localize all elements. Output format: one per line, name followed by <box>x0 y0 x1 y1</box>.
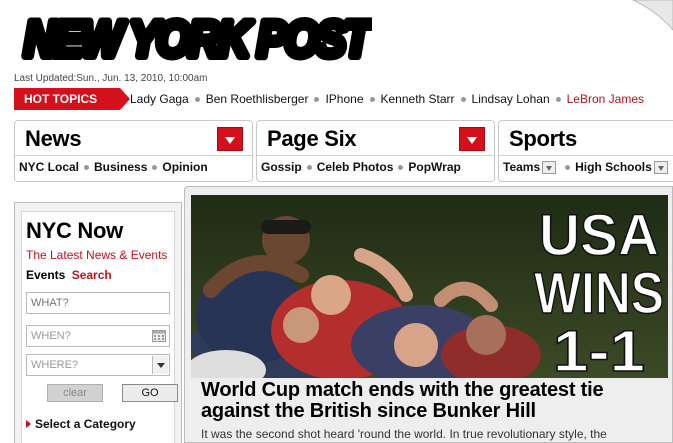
select-category-label: Select a Category <box>35 417 136 431</box>
photo-overlay-line: 1-1 <box>553 319 645 378</box>
story-photo[interactable]: USA WINS 1-1 <box>191 195 668 378</box>
section-link[interactable]: Gossip <box>261 160 302 174</box>
hot-topic-link[interactable]: Lady Gaga <box>130 92 189 106</box>
bullet-icon <box>555 96 561 102</box>
photo-overlay-line: WINS <box>534 261 664 326</box>
divider <box>15 155 252 156</box>
site-logo[interactable]: NEW YORK POST NEW YORK POST <box>20 10 372 68</box>
section-title[interactable]: Page Six <box>267 126 357 152</box>
bullet-icon <box>84 164 90 170</box>
go-button[interactable]: GO <box>122 384 178 402</box>
hot-topics-label: HOT TOPICS <box>14 88 130 110</box>
section-link[interactable]: Celeb Photos <box>317 160 394 174</box>
nyc-now-subtitle[interactable]: The Latest News & Events <box>26 248 167 262</box>
nyc-now-tabs: Events Search <box>26 268 112 282</box>
section-page-six: Page Six Gossip Celeb Photos PopWrap <box>256 120 495 182</box>
chevron-down-icon[interactable] <box>152 356 168 374</box>
where-select[interactable]: WHERE? <box>26 354 170 376</box>
calendar-icon[interactable] <box>152 330 166 342</box>
section-dropdown-button[interactable] <box>459 127 485 151</box>
section-link[interactable]: High Schools <box>575 160 652 174</box>
section-links: Teams High Schools <box>503 160 672 174</box>
hot-topics-bar: HOT TOPICS Lady Gaga Ben Roethlisberger … <box>14 88 673 112</box>
bullet-icon <box>306 164 312 170</box>
hot-topic-link[interactable]: LeBron James <box>567 92 644 106</box>
logo-svg: NEW YORK POST NEW YORK POST <box>20 10 372 68</box>
nyc-now-panel: NYC Now The Latest News & Events Events … <box>14 202 182 443</box>
tab-events[interactable]: Events <box>26 268 65 282</box>
section-links: NYC Local Business Opinion <box>19 160 208 174</box>
section-link[interactable]: NYC Local <box>19 160 79 174</box>
where-placeholder: WHERE? <box>31 359 79 371</box>
bullet-icon <box>565 164 571 170</box>
divider <box>257 155 494 156</box>
hot-topic-link[interactable]: Lindsay Lohan <box>472 92 550 106</box>
story-dek: It was the second shot heard 'round the … <box>201 427 607 441</box>
triangle-right-icon <box>26 420 31 428</box>
section-title[interactable]: Sports <box>509 126 577 152</box>
clear-button[interactable]: clear <box>47 384 103 402</box>
what-input[interactable] <box>26 292 170 314</box>
section-link[interactable]: PopWrap <box>408 160 460 174</box>
section-link[interactable]: Teams <box>503 160 540 174</box>
tab-search[interactable]: Search <box>72 268 112 282</box>
hot-topic-link[interactable]: Kenneth Starr <box>381 92 455 106</box>
section-link[interactable]: Business <box>94 160 147 174</box>
top-story: USA WINS 1-1 World Cup match ends with t… <box>184 186 673 443</box>
section-title[interactable]: News <box>25 126 82 152</box>
divider <box>499 155 673 156</box>
chevron-down-icon[interactable] <box>542 160 557 174</box>
story-headline[interactable]: World Cup match ends with the greatest t… <box>201 380 671 422</box>
bullet-icon <box>314 96 320 102</box>
section-link[interactable]: Opinion <box>162 160 207 174</box>
celebration-photo: USA WINS 1-1 <box>191 195 668 378</box>
when-input[interactable]: WHEN? <box>26 325 170 347</box>
section-links: Gossip Celeb Photos PopWrap <box>261 160 461 174</box>
nyc-now-title: NYC Now <box>26 218 123 243</box>
bullet-icon <box>398 164 404 170</box>
section-sports: Sports Teams High Schools <box>498 120 673 182</box>
nyc-now-card: NYC Now The Latest News & Events Events … <box>21 211 178 443</box>
when-placeholder: WHEN? <box>31 330 71 342</box>
select-category-link[interactable]: Select a Category <box>26 417 136 431</box>
bullet-icon <box>460 96 466 102</box>
hot-topics-list: Lady Gaga Ben Roethlisberger IPhone Kenn… <box>130 92 644 106</box>
svg-text:NEW YORK POST: NEW YORK POST <box>24 11 372 67</box>
bullet-icon <box>194 96 200 102</box>
section-dropdown-button[interactable] <box>217 127 243 151</box>
bullet-icon <box>152 164 158 170</box>
section-news: News NYC Local Business Opinion <box>14 120 253 182</box>
photo-overlay-line: USA <box>539 203 659 268</box>
last-updated-text: Last Updated:Sun., Jun. 13, 2010, 10:00a… <box>14 73 208 84</box>
chevron-down-icon[interactable] <box>653 160 668 174</box>
page-curl-graphic <box>632 0 673 31</box>
hot-topic-link[interactable]: Ben Roethlisberger <box>206 92 309 106</box>
hot-topic-link[interactable]: IPhone <box>325 92 363 106</box>
bullet-icon <box>369 96 375 102</box>
